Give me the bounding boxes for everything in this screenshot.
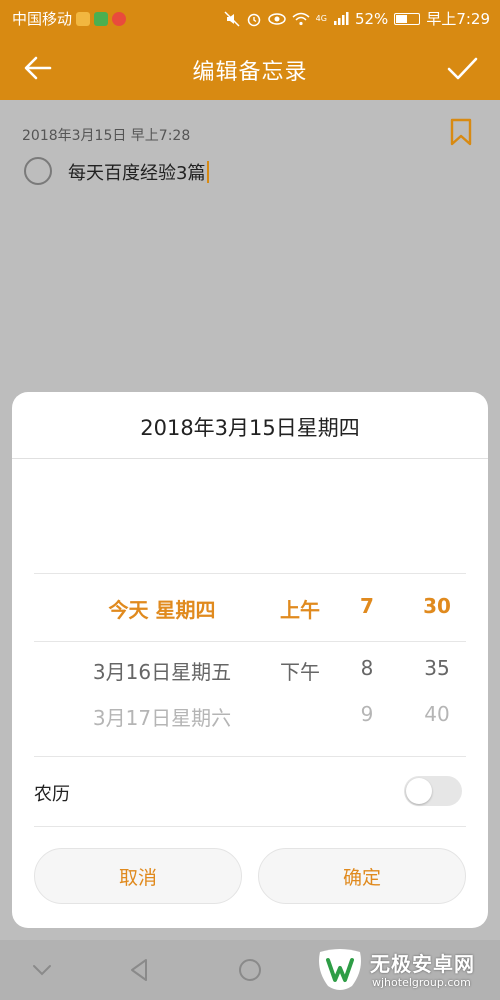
lunar-toggle[interactable] [404,776,462,806]
picker-selection-bottom-line [34,641,466,642]
wifi-icon [292,12,310,25]
battery-fill [396,14,408,23]
divider [34,826,466,827]
datetime-picker-dialog: 2018年3月15日星期四 今天 星期四 上午 7 30 3月16日星期五 下午… [12,392,488,928]
picker-day-option[interactable]: 3月16日星期五 [42,656,282,685]
toggle-knob [406,778,432,804]
picker-hour-option[interactable]: 8 [342,656,392,680]
picker-hour-selected[interactable]: 7 [342,594,392,618]
watermark: 无极安卓网 wjhotelgroup.com [312,940,500,1000]
watermark-logo-icon [319,949,361,990]
picker-ampm-option[interactable]: 下午 [260,656,340,685]
carrier-name: 中国移动 [12,10,73,28]
page-title: 编辑备忘录 [192,60,308,85]
status-bar: 中国移动 4G 52% 早上7:29 [0,0,500,34]
lunar-label: 农历 [34,784,70,805]
watermark-name: 无极安卓网 [370,952,475,976]
status-right: 4G 52% 早上7:29 [224,8,490,29]
app-notification-icon [76,11,91,26]
cancel-button[interactable]: 取消 [34,848,242,904]
status-left: 中国移动 [12,8,127,29]
bookmark-icon[interactable] [448,118,474,146]
mute-icon [224,10,240,27]
check-icon[interactable] [444,50,480,86]
divider [34,756,466,757]
battery-percent: 52% [354,9,389,28]
note-text-value: 每天百度经验3篇 [68,163,206,184]
note-timestamp: 2018年3月15日 早上7:28 [22,128,191,144]
dialog-title: 2018年3月15日星期四 [140,416,360,440]
network-type: 4G [315,14,327,23]
back-triangle-icon[interactable] [126,956,154,984]
alarm-icon [247,13,260,26]
picker-day-option[interactable]: 3月17日星期六 [42,702,282,731]
video-notification-icon [112,11,127,26]
text-caret [207,161,210,183]
picker-day-selected[interactable]: 今天 星期四 [62,594,262,623]
picker-minute-option[interactable]: 40 [407,702,467,726]
dialog-divider [12,458,488,459]
toolbar: 编辑备忘录 [0,34,500,100]
signal-icon [333,11,349,25]
eye-icon [267,12,286,25]
watermark-url: wjhotelgroup.com [372,976,471,989]
chevron-down-icon[interactable] [28,956,56,984]
picker-minute-selected[interactable]: 30 [407,594,467,618]
picker-ampm-selected[interactable]: 上午 [260,594,340,623]
battery-icon [394,12,421,25]
note-text[interactable]: 每天百度经验3篇 [68,159,210,185]
confirm-button[interactable]: 确定 [258,848,466,904]
book-notification-icon [94,11,109,26]
home-circle-icon[interactable] [236,956,264,984]
picker-hour-option[interactable]: 9 [342,702,392,726]
picker-minute-option[interactable]: 35 [407,656,467,680]
todo-checkbox[interactable] [24,157,52,185]
picker-selection-top-line [34,573,466,574]
clock: 早上7:29 [426,10,490,28]
